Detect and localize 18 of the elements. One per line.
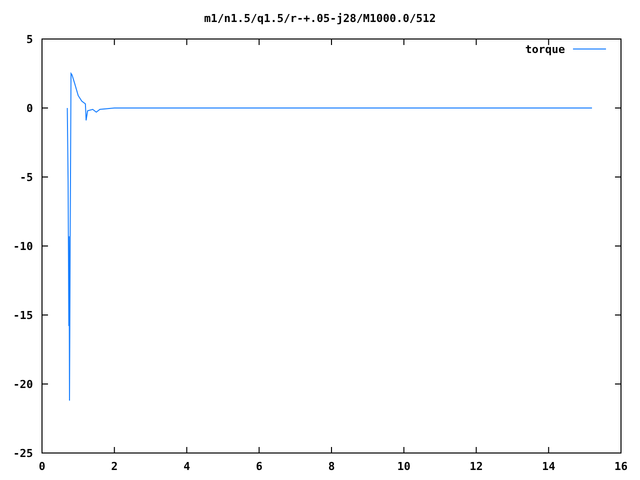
x-tick-label: 6: [256, 460, 262, 473]
y-tick-label: -15: [13, 309, 33, 322]
y-tick-label: -10: [13, 240, 33, 253]
x-tick-label: 16: [614, 460, 628, 473]
x-tick-label: 14: [542, 460, 556, 473]
x-tick-label: 12: [470, 460, 483, 473]
y-tick-label: -20: [13, 378, 33, 391]
x-tick-label: 0: [38, 460, 46, 473]
y-tick-label: 5: [26, 33, 33, 46]
legend-label: torque: [525, 43, 565, 56]
y-tick-label: 0: [26, 102, 33, 115]
y-tick-label: -5: [20, 171, 33, 184]
x-tick-label: 10: [397, 460, 410, 473]
chart-title: m1/n1.5/q1.5/r-+.05-j28/M1000.0/512: [204, 12, 436, 25]
x-tick-label: 2: [111, 460, 118, 473]
y-tick-label: -25: [13, 447, 33, 460]
x-tick-label: 8: [328, 460, 335, 473]
x-tick-label: 4: [183, 460, 190, 473]
